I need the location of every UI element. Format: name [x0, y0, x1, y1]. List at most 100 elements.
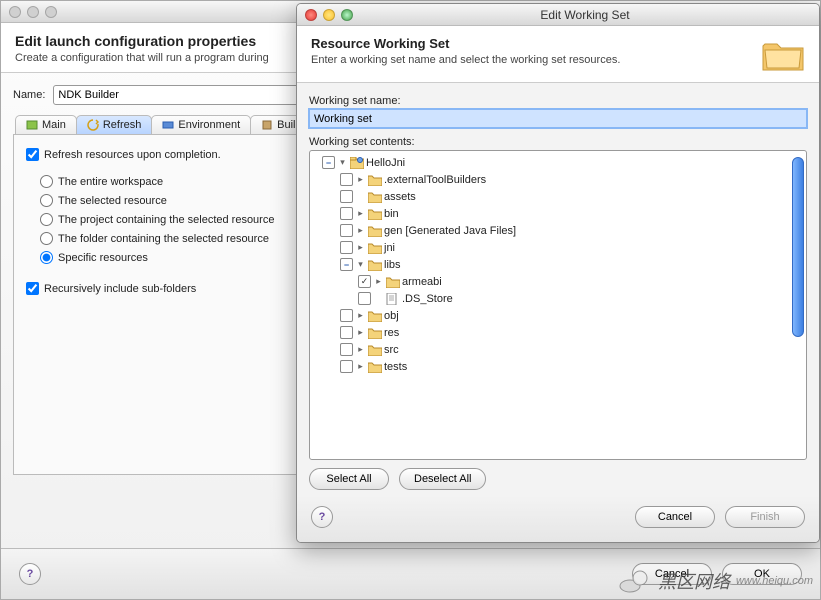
folder-icon: [761, 36, 805, 74]
refresh-icon: [87, 119, 99, 131]
ok-button[interactable]: OK: [722, 563, 802, 585]
scrollbar-thumb[interactable]: [792, 157, 804, 337]
tree-container[interactable]: ▾HelloJni▸.externalToolBuildersassets▸bi…: [309, 150, 807, 460]
cancel-button[interactable]: Cancel: [635, 506, 715, 528]
main-icon: [26, 119, 38, 131]
recursive-include-label: Recursively include sub-folders: [44, 283, 196, 295]
tree-checkbox[interactable]: [340, 258, 353, 271]
tree-row[interactable]: ▸ src: [312, 341, 804, 358]
tree-checkbox[interactable]: [340, 207, 353, 220]
folder-icon: [368, 344, 382, 356]
tab-refresh[interactable]: Refresh: [76, 115, 153, 134]
file-icon: [386, 293, 400, 305]
tree-row[interactable]: ▸ gen [Generated Java Files]: [312, 222, 804, 239]
folder-icon: [368, 242, 382, 254]
tab-main-label: Main: [42, 119, 66, 131]
tree-checkbox[interactable]: [340, 343, 353, 356]
chevron-right-icon[interactable]: ▸: [355, 174, 366, 185]
tree-label: gen [Generated Java Files]: [384, 225, 516, 237]
minimize-icon[interactable]: [27, 6, 39, 18]
tree-row[interactable]: ▸ jni: [312, 239, 804, 256]
working-set-name-input[interactable]: [309, 109, 807, 128]
chevron-right-icon[interactable]: ▸: [355, 361, 366, 372]
radio-specific-resources-input[interactable]: [40, 251, 53, 264]
tree-row[interactable]: .DS_Store: [312, 290, 804, 307]
close-icon[interactable]: [9, 6, 21, 18]
folder-icon: [368, 191, 382, 203]
tree-label: .externalToolBuilders: [384, 174, 486, 186]
tree-twisty-none: [355, 191, 366, 202]
tree-row[interactable]: assets: [312, 188, 804, 205]
tree-checkbox[interactable]: [358, 275, 371, 288]
front-footer: ? Cancel Finish: [297, 496, 819, 542]
zoom-icon[interactable]: [341, 9, 353, 21]
recursive-include-checkbox[interactable]: [26, 282, 39, 295]
front-body: Working set name: Working set contents: …: [297, 83, 819, 496]
radio-folder-containing-input[interactable]: [40, 232, 53, 245]
tree-row[interactable]: ▾ HelloJni: [312, 154, 804, 171]
tree-row[interactable]: ▸ armeabi: [312, 273, 804, 290]
chevron-right-icon[interactable]: ▸: [373, 276, 384, 287]
chevron-down-icon[interactable]: ▾: [337, 157, 348, 168]
tree-label: armeabi: [402, 276, 442, 288]
folder-icon: [368, 259, 382, 271]
radio-specific-resources-label: Specific resources: [58, 252, 148, 264]
chevron-right-icon[interactable]: ▸: [355, 327, 366, 338]
tree-twisty-none: [373, 293, 384, 304]
tree-checkbox[interactable]: [340, 224, 353, 237]
tree-checkbox[interactable]: [340, 326, 353, 339]
tree-checkbox[interactable]: [340, 309, 353, 322]
refresh-upon-completion-label: Refresh resources upon completion.: [44, 149, 221, 161]
tree-label: assets: [384, 191, 416, 203]
tab-refresh-label: Refresh: [103, 119, 142, 131]
tree-label: res: [384, 327, 399, 339]
radio-project-containing-input[interactable]: [40, 213, 53, 226]
tree-label: .DS_Store: [402, 293, 453, 305]
tree-row[interactable]: ▾libs: [312, 256, 804, 273]
tree-label: bin: [384, 208, 399, 220]
tree-row[interactable]: ▸tests: [312, 358, 804, 375]
tree-row[interactable]: ▸ res: [312, 324, 804, 341]
close-icon[interactable]: [305, 9, 317, 21]
tree-checkbox[interactable]: [340, 190, 353, 203]
tree-label: HelloJni: [366, 157, 405, 169]
zoom-icon[interactable]: [45, 6, 57, 18]
back-bottom-bar: ? Cancel OK: [1, 548, 820, 599]
chevron-right-icon[interactable]: ▸: [355, 344, 366, 355]
tree-checkbox[interactable]: [340, 241, 353, 254]
radio-entire-workspace-input[interactable]: [40, 175, 53, 188]
tree-checkbox[interactable]: [358, 292, 371, 305]
front-title: Edit Working Set: [359, 8, 811, 22]
tab-main[interactable]: Main: [15, 115, 77, 134]
minimize-icon[interactable]: [323, 9, 335, 21]
tree-row[interactable]: ▸ .externalToolBuilders: [312, 171, 804, 188]
radio-entire-workspace-label: The entire workspace: [58, 176, 163, 188]
help-button[interactable]: ?: [19, 563, 41, 585]
finish-button[interactable]: Finish: [725, 506, 805, 528]
folder-icon: [368, 361, 382, 373]
cancel-button[interactable]: Cancel: [632, 563, 712, 585]
project-icon: [350, 157, 364, 169]
tree-row[interactable]: ▸ obj: [312, 307, 804, 324]
refresh-upon-completion-checkbox[interactable]: [26, 148, 39, 161]
tree-row[interactable]: ▸ bin: [312, 205, 804, 222]
radio-selected-resource-input[interactable]: [40, 194, 53, 207]
chevron-right-icon[interactable]: ▸: [355, 208, 366, 219]
tree-label: obj: [384, 310, 399, 322]
chevron-right-icon[interactable]: ▸: [355, 242, 366, 253]
working-set-name-label: Working set name:: [309, 95, 807, 107]
tree-checkbox[interactable]: [340, 173, 353, 186]
tree-checkbox[interactable]: [322, 156, 335, 169]
tree-label: jni: [384, 242, 395, 254]
tab-environment[interactable]: Environment: [151, 115, 251, 134]
deselect-all-button[interactable]: Deselect All: [399, 468, 486, 490]
help-button[interactable]: ?: [311, 506, 333, 528]
tree-checkbox[interactable]: [340, 360, 353, 373]
tree-label: src: [384, 344, 399, 356]
folder-icon: [386, 276, 400, 288]
radio-project-containing-label: The project containing the selected reso…: [58, 214, 274, 226]
chevron-down-icon[interactable]: ▾: [355, 259, 366, 270]
select-all-button[interactable]: Select All: [309, 468, 389, 490]
chevron-right-icon[interactable]: ▸: [355, 225, 366, 236]
chevron-right-icon[interactable]: ▸: [355, 310, 366, 321]
